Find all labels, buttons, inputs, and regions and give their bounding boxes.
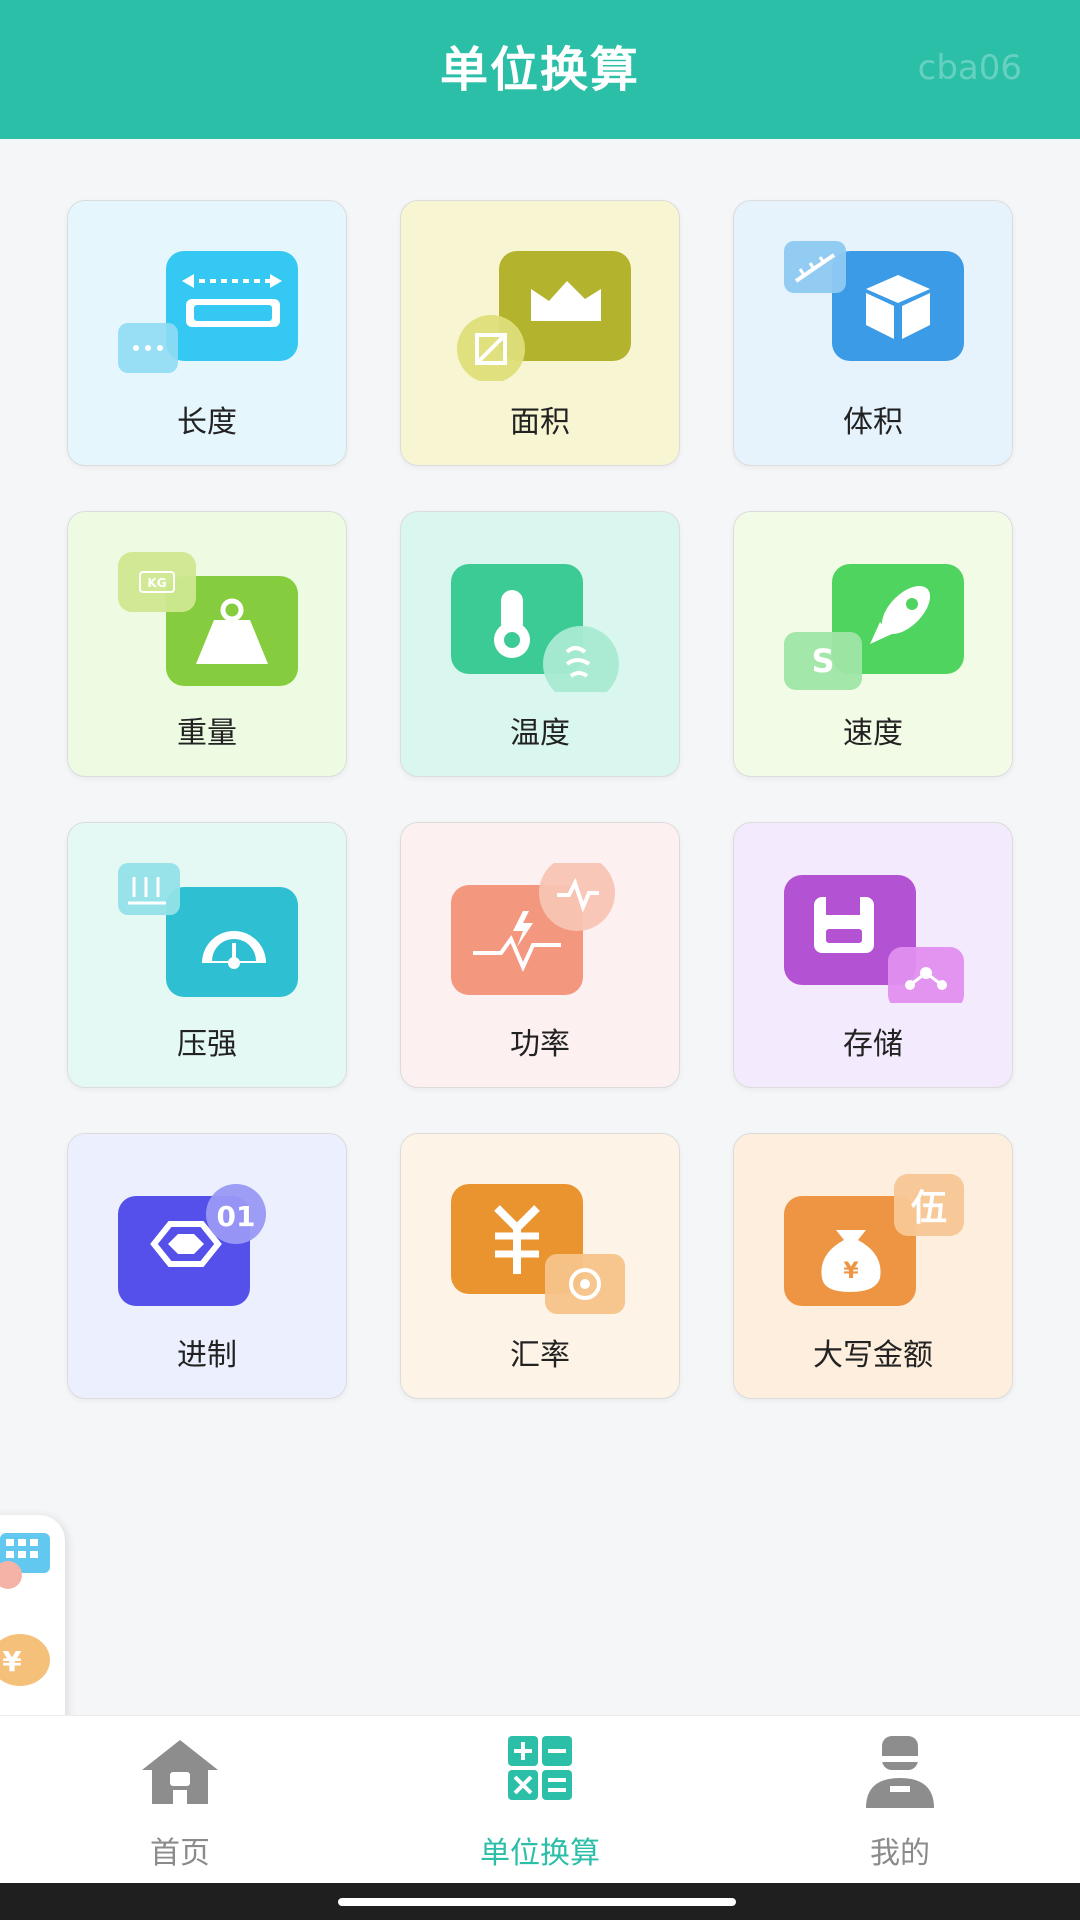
storage-icon [784, 863, 964, 1003]
speed-badge-text: S [811, 642, 834, 680]
nav-label: 首页 [150, 1836, 210, 1871]
nav-unit-conversion[interactable]: 单位换算 [430, 1716, 650, 1884]
tile-uppercase-amount[interactable]: ¥ 伍 大写金额 [733, 1133, 1013, 1399]
tile-exchange-rate[interactable]: 汇率 [400, 1133, 680, 1399]
power-icon [451, 863, 631, 1003]
watermark-text: cba06 [917, 48, 1022, 88]
tile-storage[interactable]: 存储 [733, 822, 1013, 1088]
radix-badge-text: 01 [217, 1200, 256, 1233]
tile-weight[interactable]: KG 重量 [67, 511, 347, 777]
radix-icon: 01 [118, 1174, 298, 1314]
tile-label: 面积 [510, 405, 570, 440]
tile-length[interactable]: 长度 [67, 200, 347, 466]
pressure-icon [118, 863, 298, 1003]
weight-badge-text: KG [147, 576, 166, 590]
converter-grid: 长度 面积 体积 KG 重量 温度 S 速度 压强 功率 存储 01 进制 汇率… [67, 200, 1013, 1399]
svg-text:¥: ¥ [2, 1645, 22, 1678]
tile-area[interactable]: 面积 [400, 200, 680, 466]
tile-speed[interactable]: S 速度 [733, 511, 1013, 777]
home-icon [140, 1736, 220, 1808]
tile-label: 温度 [510, 716, 570, 751]
tile-power[interactable]: 功率 [400, 822, 680, 1088]
tile-volume[interactable]: 体积 [733, 200, 1013, 466]
system-navigation-bar [0, 1883, 1080, 1920]
area-icon [451, 241, 631, 381]
calculator-icon[interactable] [0, 1527, 56, 1593]
tile-label: 速度 [843, 716, 903, 751]
speed-icon: S [784, 552, 964, 692]
nav-home[interactable]: 首页 [70, 1716, 290, 1884]
tile-label: 压强 [177, 1027, 237, 1062]
user-icon [860, 1736, 940, 1808]
tile-pressure[interactable]: 压强 [67, 822, 347, 1088]
tile-radix[interactable]: 01 进制 [67, 1133, 347, 1399]
weight-icon: KG [118, 552, 298, 692]
svg-text:¥: ¥ [843, 1259, 859, 1284]
tile-label: 体积 [843, 405, 903, 440]
tile-label: 进制 [177, 1338, 237, 1373]
tile-label: 重量 [177, 716, 237, 751]
nav-label: 单位换算 [480, 1836, 600, 1871]
home-indicator[interactable] [338, 1898, 736, 1906]
temperature-icon [451, 552, 631, 692]
tile-label: 功率 [510, 1027, 570, 1062]
money-bag-icon: ¥ 伍 [784, 1174, 964, 1314]
money-badge-text: 伍 [911, 1188, 947, 1229]
volume-icon [784, 241, 964, 381]
tile-label: 汇率 [510, 1338, 570, 1373]
exchange-rate-icon [451, 1174, 631, 1314]
nav-label: 我的 [870, 1836, 930, 1871]
nav-profile[interactable]: 我的 [790, 1716, 1010, 1884]
calculator-icon [500, 1736, 580, 1808]
bottom-navigation: 首页 单位换算 我的 [0, 1715, 1080, 1883]
tile-label: 长度 [177, 405, 237, 440]
tile-label: 大写金额 [813, 1338, 933, 1373]
tile-temperature[interactable]: 温度 [400, 511, 680, 777]
coin-icon[interactable]: ¥ [0, 1627, 56, 1693]
length-icon [118, 241, 298, 381]
tile-label: 存储 [843, 1027, 903, 1062]
app-header: 单位换算 cba06 [0, 0, 1080, 139]
